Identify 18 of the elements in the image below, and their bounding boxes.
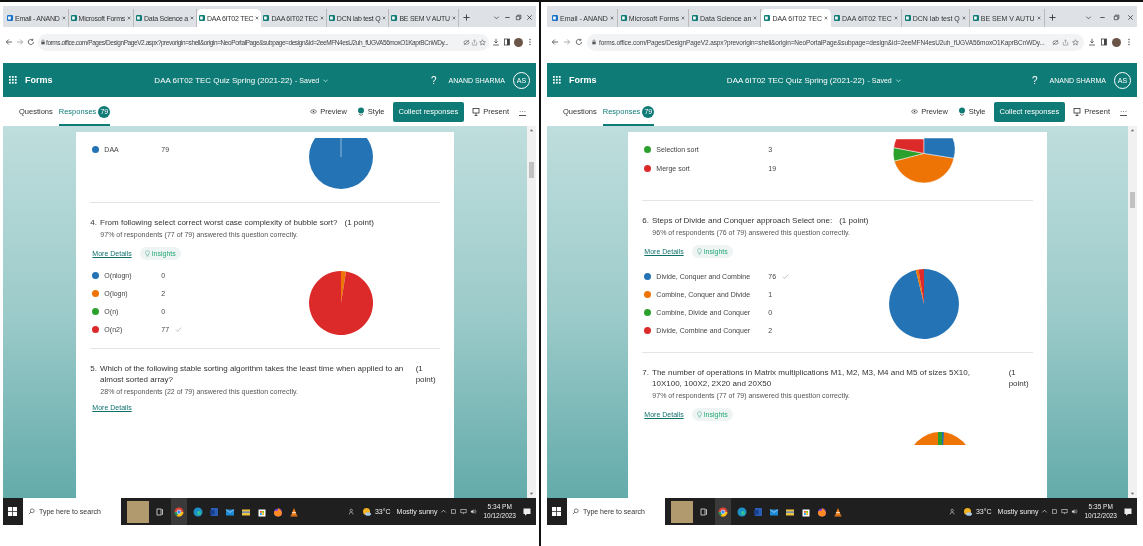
app-name: Forms: [569, 75, 597, 85]
question-text: From following select correct worst case complexity of bubble sort?: [100, 217, 338, 229]
question-points: (1 point): [839, 215, 869, 227]
app-name: Forms: [25, 75, 53, 85]
question-number: 6.: [642, 215, 649, 227]
form-title: DAA 6IT02 TEC Quiz Spring (2021-22): [726, 75, 865, 85]
question-number: 4.: [90, 217, 98, 229]
question-points: (1 point): [344, 217, 374, 229]
question-text: Which of the following stable sorting algorithm takes the least time when applied to an almost sorted array?: [100, 362, 405, 386]
question-points: (1 point): [1008, 366, 1030, 390]
question-text: Steps of Divide and Conquer approach Select one:: [652, 215, 833, 227]
help-button[interactable]: ?: [431, 74, 437, 86]
question-number: 7.: [642, 366, 649, 379]
form-title: DAA 6IT02 TEC Quiz Spring (2021-22): [154, 75, 293, 85]
question-number: 5.: [90, 362, 98, 375]
question-text: The number of operations in Matrix multiplications M1, M2, M3, M4 and M5 of sizes 5X10, 10X100, 100X2, 2X20 and 20X50: [652, 366, 971, 390]
question-points: (1 point): [415, 362, 437, 386]
help-button[interactable]: ?: [1032, 74, 1038, 86]
